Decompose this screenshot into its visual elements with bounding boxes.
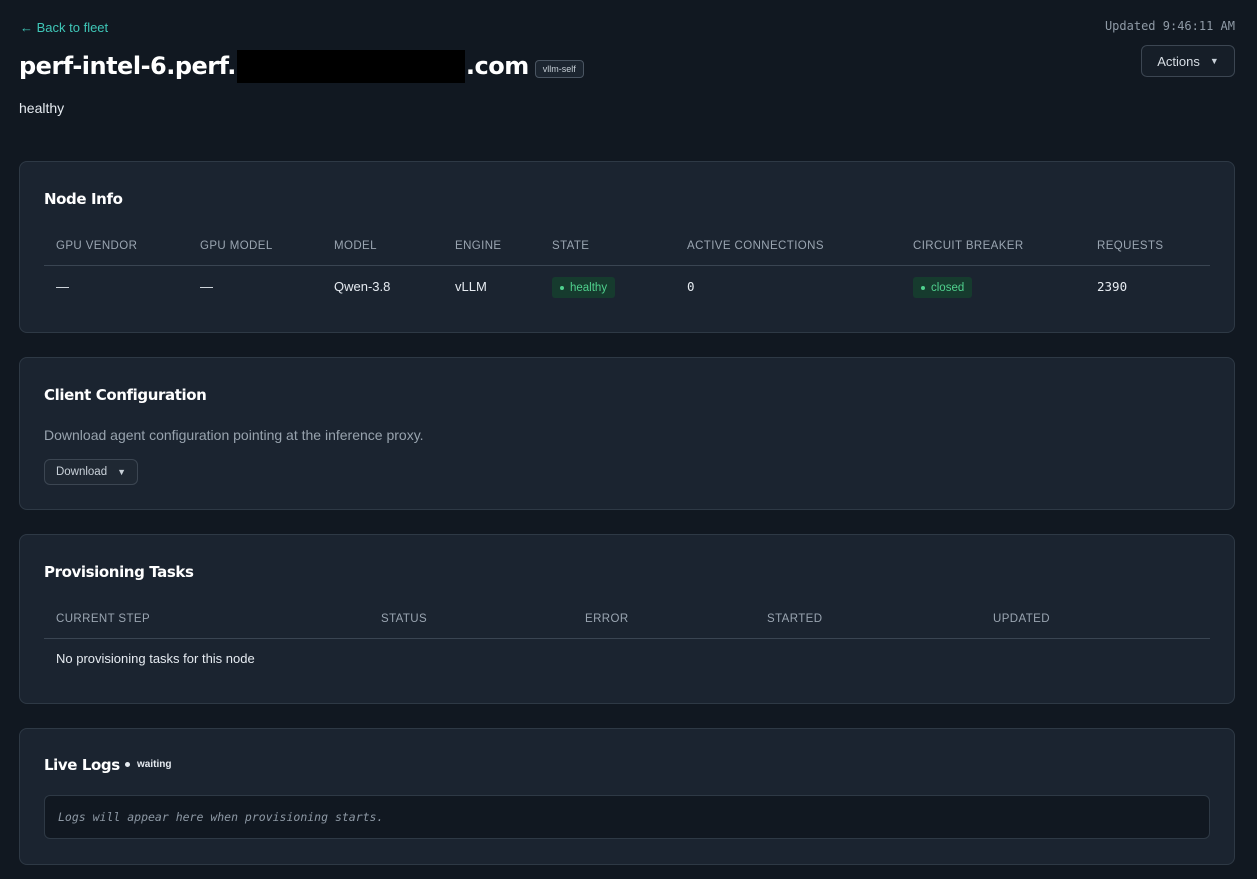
actions-button[interactable]: Actions ▼ [1141, 45, 1235, 77]
gpu-vendor-value: — [56, 279, 69, 294]
col-model: MODEL [334, 240, 377, 252]
table-divider [44, 265, 1210, 266]
log-output[interactable]: Logs will appear here when provisioning … [44, 795, 1210, 839]
provisioning-empty-message: No provisioning tasks for this node [56, 651, 255, 666]
col-circuit-breaker: CIRCUIT BREAKER [913, 240, 1024, 252]
download-button[interactable]: Download ▼ [44, 459, 138, 485]
hostname-prefix: perf-intel-6.perf. [19, 52, 236, 80]
col-engine: ENGINE [455, 240, 502, 252]
updated-timestamp: Updated 9:46:11 AM [1104, 19, 1235, 33]
chevron-down-icon: ▼ [1209, 56, 1219, 66]
engine-value: vLLM [455, 279, 487, 294]
col-state: STATE [552, 240, 590, 252]
gpu-model-value: — [200, 279, 213, 294]
col-error: ERROR [585, 613, 629, 625]
client-config-card: Client Configuration Download agent conf… [19, 357, 1235, 510]
col-updated: UPDATED [993, 613, 1050, 625]
node-info-card: Node Info GPU VENDOR GPU MODEL MODEL ENG… [19, 161, 1235, 333]
table-divider [44, 638, 1210, 639]
col-requests: REQUESTS [1097, 240, 1164, 252]
client-config-title: Client Configuration [44, 386, 207, 404]
col-status: STATUS [381, 613, 428, 625]
live-logs-card: Live Logs waiting Logs will appear here … [19, 728, 1235, 865]
log-status-indicator: waiting [125, 759, 171, 770]
back-to-fleet-link[interactable]: ← Back to fleet [20, 20, 108, 35]
state-badge-label: healthy [570, 281, 608, 294]
status-dot-icon [921, 285, 925, 290]
circuit-breaker-badge: closed [913, 277, 973, 298]
status-dot-icon [125, 762, 130, 767]
col-active-connections: ACTIVE CONNECTIONS [687, 240, 824, 252]
status-dot-icon [560, 285, 564, 290]
col-gpu-model: GPU MODEL [200, 240, 273, 252]
provisioning-card: Provisioning Tasks CURRENT STEP STATUS E… [19, 534, 1235, 704]
node-status: healthy [19, 100, 65, 116]
node-info-title: Node Info [44, 190, 123, 208]
log-status-label: waiting [137, 759, 172, 770]
page-title: perf-intel-6.perf. .com vllm-self [19, 48, 584, 84]
redacted-block [236, 49, 465, 83]
active-connections-value: 0 [687, 279, 695, 294]
chevron-down-icon: ▼ [117, 467, 127, 477]
live-logs-title: Live Logs [44, 756, 120, 774]
provisioning-title: Provisioning Tasks [44, 563, 194, 581]
model-value: Qwen-3.8 [334, 279, 391, 294]
hostname-suffix: .com [465, 52, 529, 80]
circuit-breaker-label: closed [931, 281, 965, 294]
client-config-description: Download agent configuration pointing at… [44, 427, 424, 443]
col-gpu-vendor: GPU VENDOR [56, 240, 138, 252]
col-current-step: CURRENT STEP [56, 613, 151, 625]
download-button-label: Download [55, 466, 108, 478]
actions-button-label: Actions [1157, 53, 1200, 69]
engine-badge: vllm-self [534, 60, 584, 78]
col-started: STARTED [767, 613, 823, 625]
state-badge: healthy [552, 277, 616, 298]
requests-value: 2390 [1097, 279, 1128, 294]
